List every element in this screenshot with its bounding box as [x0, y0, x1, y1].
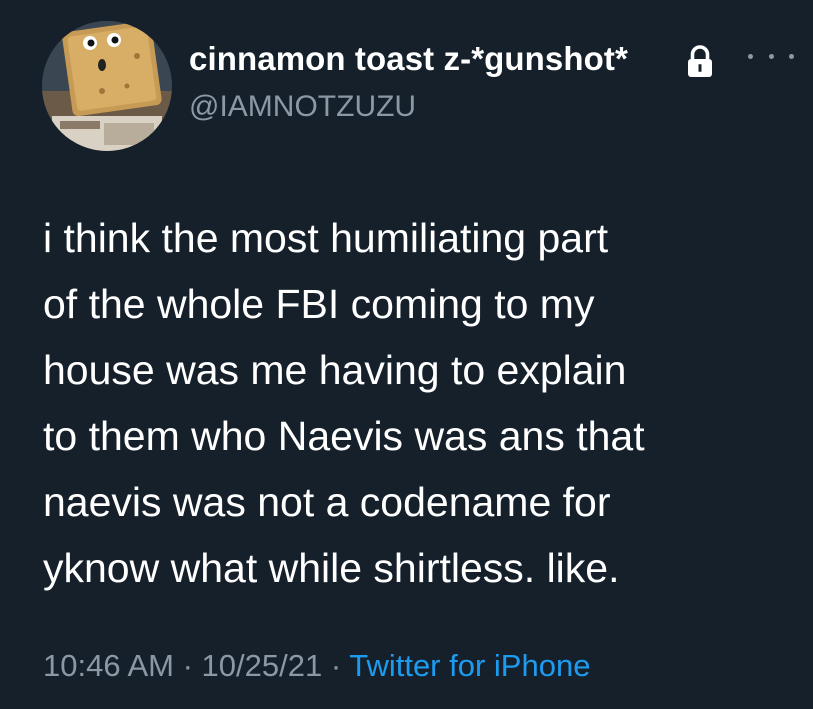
- tweet-line: i think the most humiliating part: [43, 215, 609, 261]
- avatar[interactable]: [42, 21, 172, 151]
- tweet-time[interactable]: 10:46 AM: [43, 648, 174, 683]
- tweet-meta: 10:46 AM · 10/25/21 · Twitter for iPhone: [43, 648, 590, 684]
- tweet-line: yknow what while shirtless. like.: [43, 545, 620, 591]
- tweet-line: naevis was not a codename for: [43, 479, 611, 525]
- tweet-card: cinnamon toast z-*gunshot* @IAMNOTZUZU i…: [0, 0, 813, 709]
- meta-separator: ·: [322, 648, 350, 683]
- meta-separator: ·: [173, 648, 202, 683]
- tweet-line: to them who Naevis was ans that: [43, 413, 645, 459]
- cereal-square-avatar-icon: [42, 21, 172, 151]
- tweet-text: i think the most humiliating part of the…: [43, 205, 803, 601]
- author-handle[interactable]: @IAMNOTZUZU: [189, 90, 416, 124]
- lock-icon: [688, 45, 712, 77]
- tweet-line: of the whole FBI coming to my: [43, 281, 595, 327]
- more-horizontal-icon[interactable]: [748, 46, 794, 66]
- tweet-line: house was me having to explain: [43, 347, 627, 393]
- tweet-date[interactable]: 10/25/21: [202, 648, 323, 683]
- tweet-source-link[interactable]: Twitter for iPhone: [349, 648, 590, 683]
- author-display-name[interactable]: cinnamon toast z-*gunshot*: [189, 40, 628, 78]
